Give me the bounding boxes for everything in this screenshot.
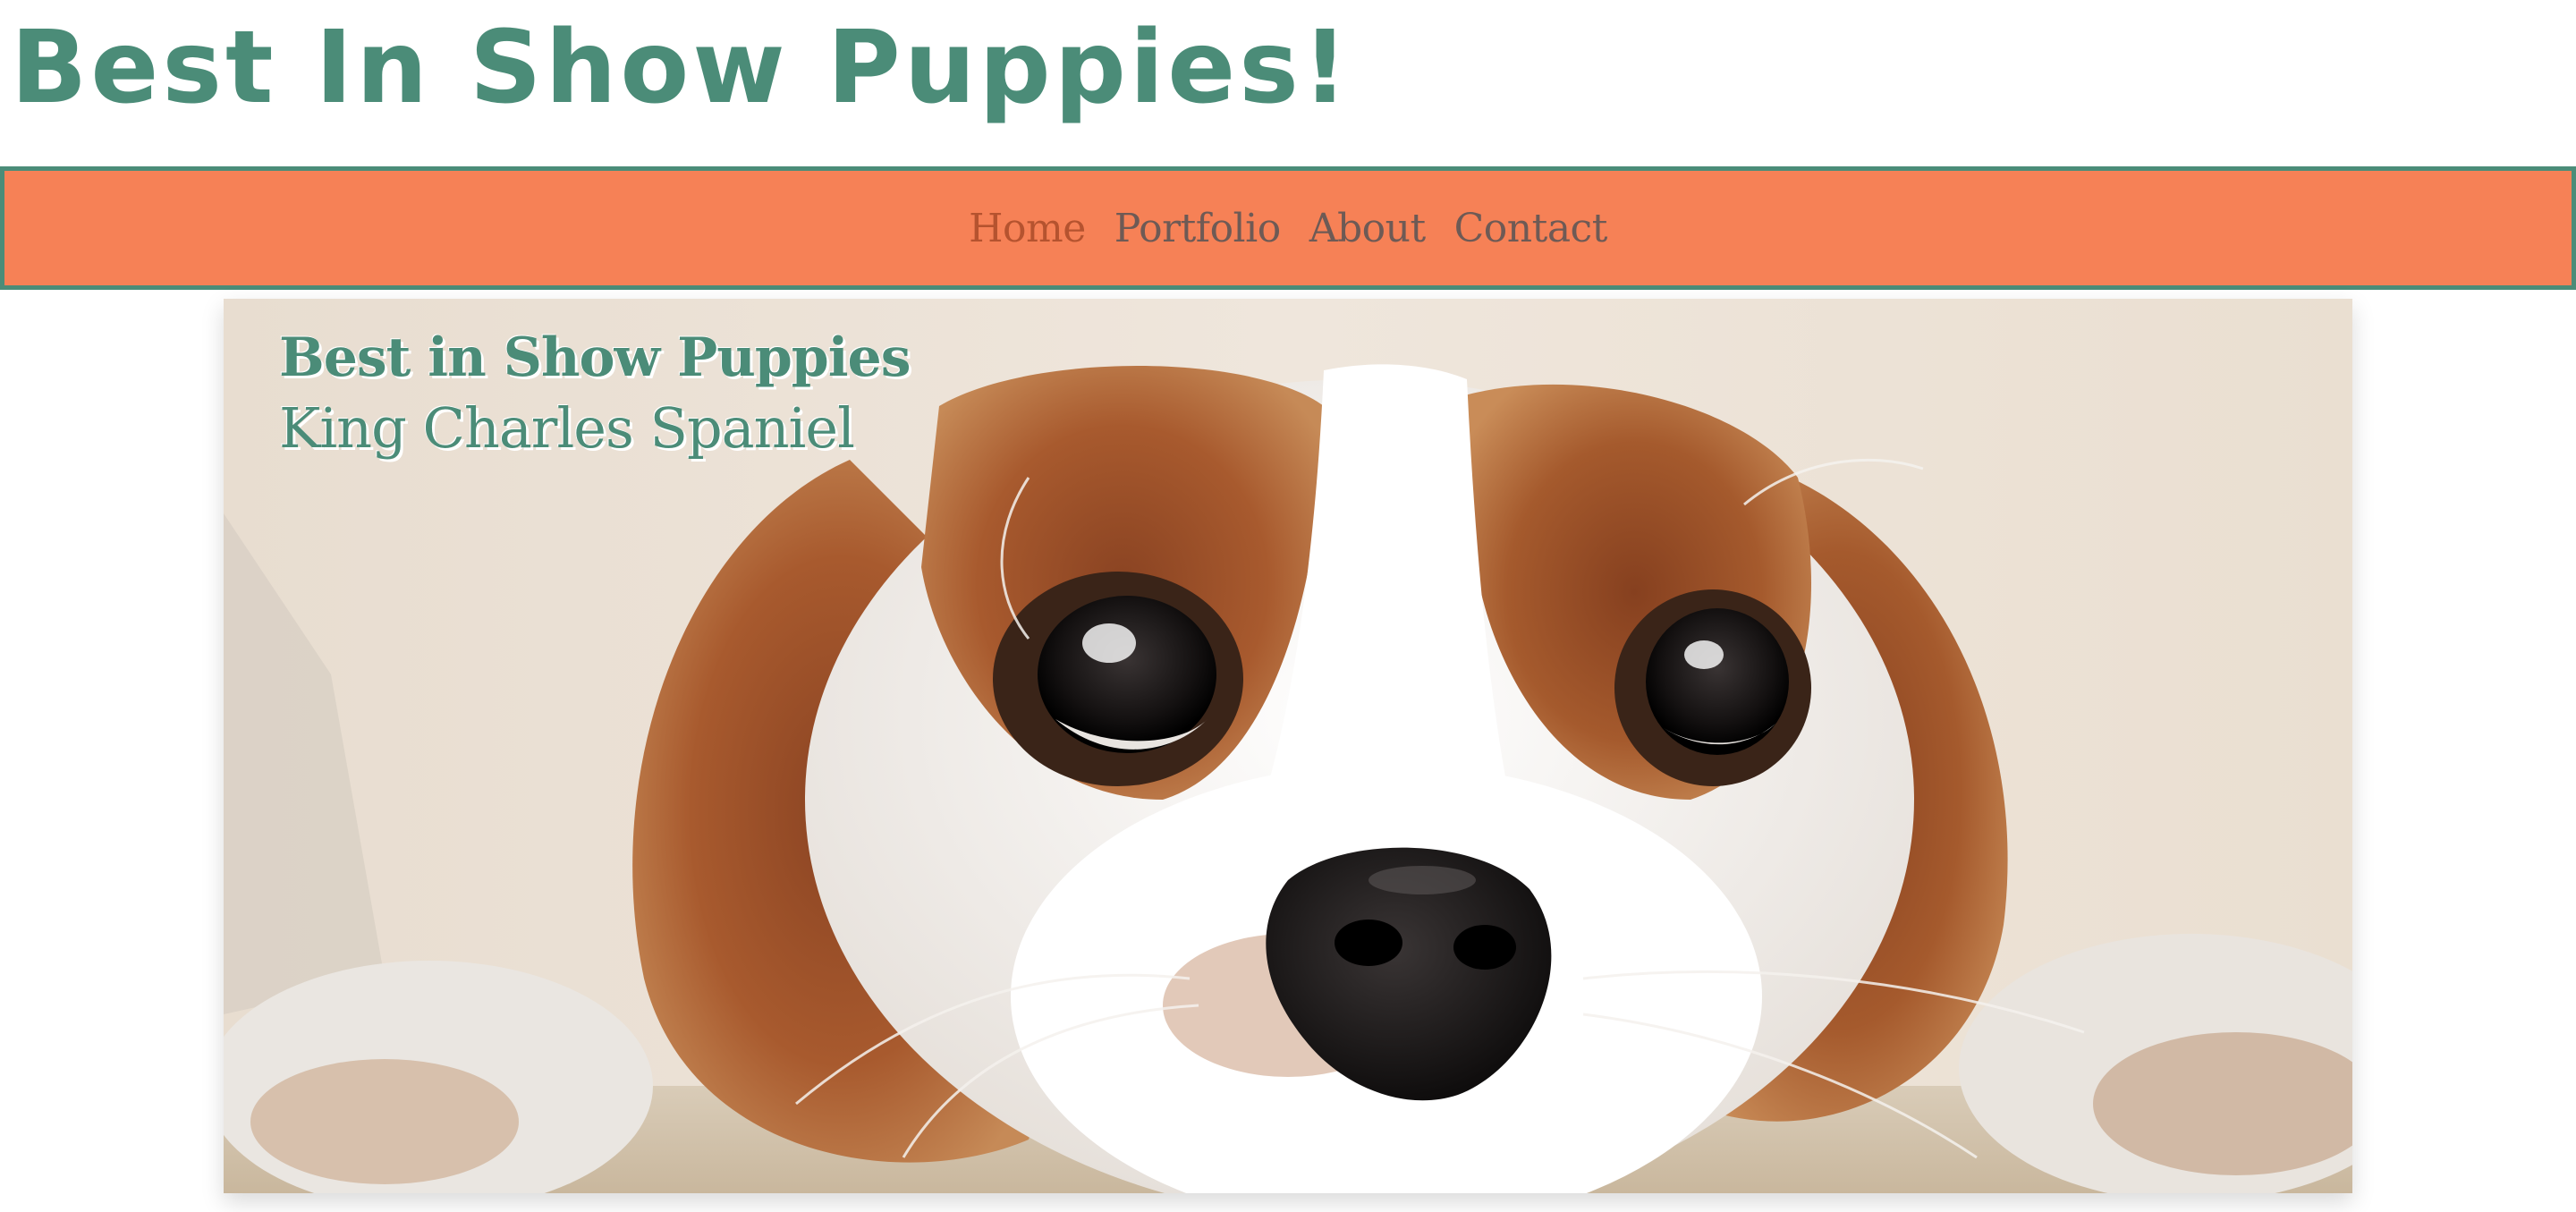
hero-subtitle: King Charles Spaniel xyxy=(279,395,855,461)
site-title: Best In Show Puppies! xyxy=(11,10,1352,126)
hero-title: Best in Show Puppies xyxy=(279,326,911,389)
nav-link-portfolio[interactable]: Portfolio xyxy=(1114,206,1281,251)
hero-caption: Best in Show Puppies King Charles Spanie… xyxy=(279,322,911,463)
nav-link-contact[interactable]: Contact xyxy=(1454,206,1608,251)
nav-link-home[interactable]: Home xyxy=(969,206,1086,251)
main-navigation: Home Portfolio About Contact xyxy=(0,166,2576,290)
nav-link-about[interactable]: About xyxy=(1309,206,1426,251)
hero-banner: Best in Show Puppies King Charles Spanie… xyxy=(224,299,2352,1193)
